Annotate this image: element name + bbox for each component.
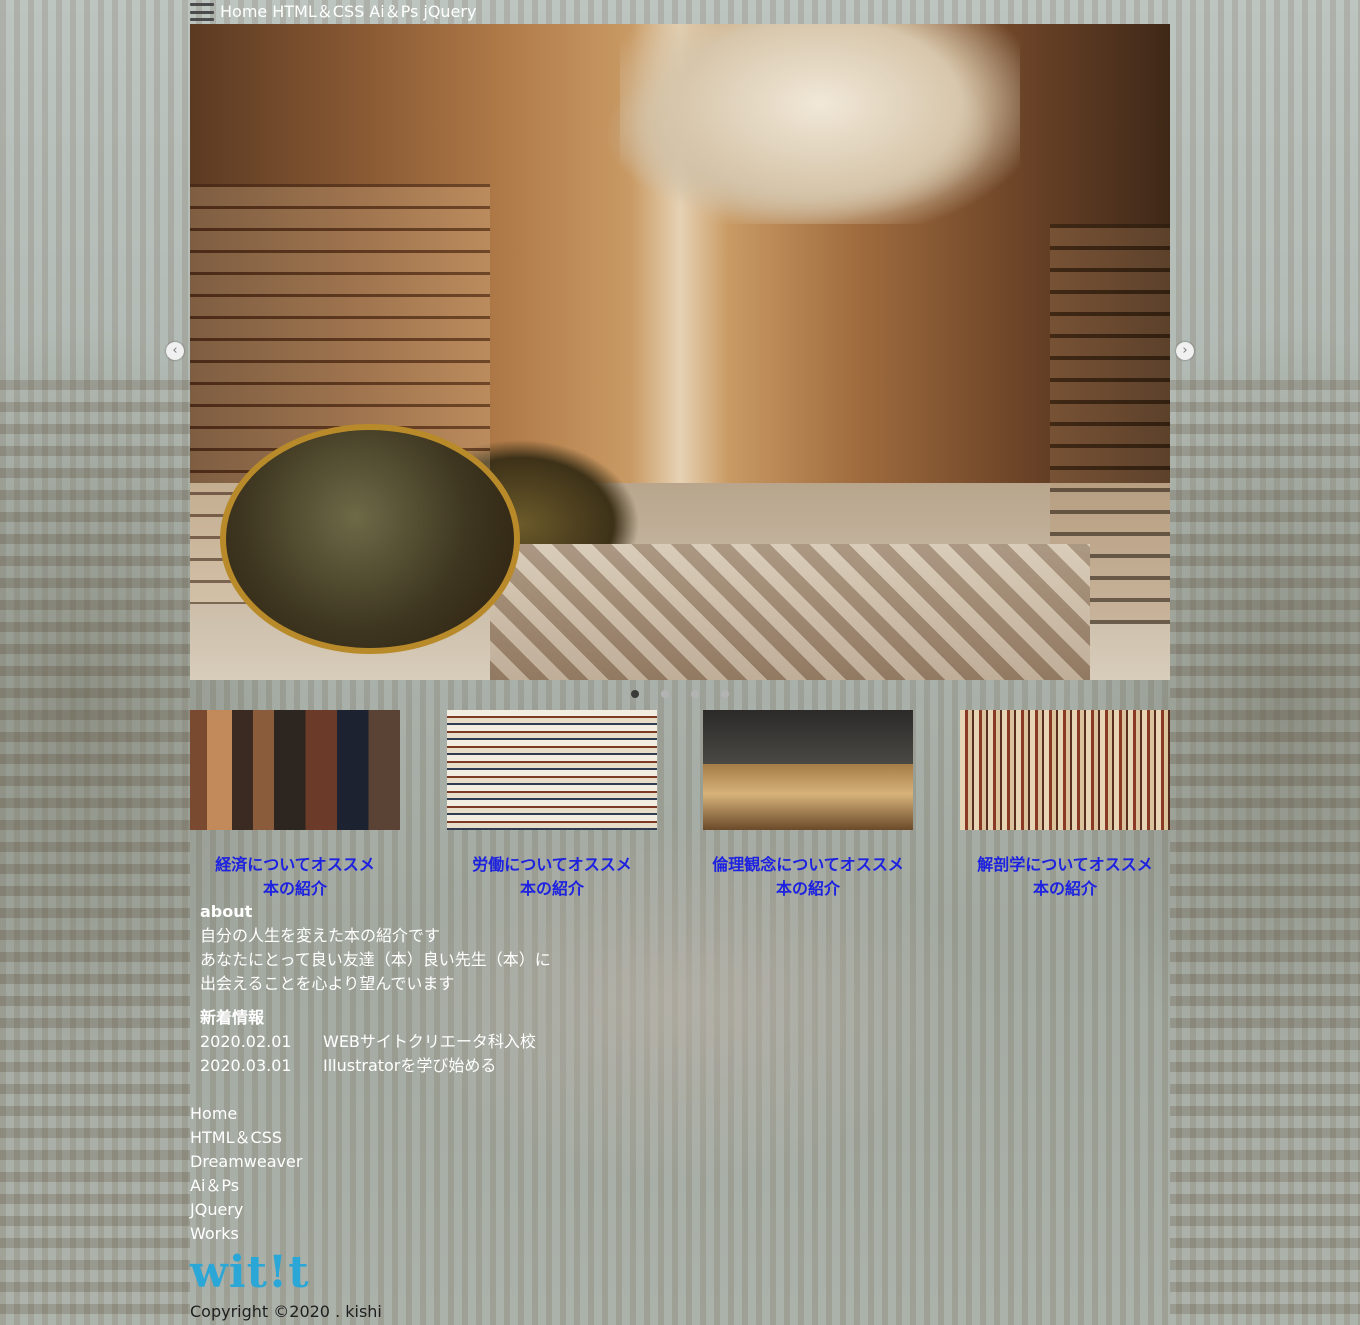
slider-dot-4[interactable]: [721, 690, 729, 698]
slide-checkered-floor: [490, 544, 1090, 680]
slider-dot-1[interactable]: [631, 690, 639, 698]
news-date: 2020.02.01: [200, 1032, 292, 1051]
card-ethics-image[interactable]: [703, 710, 913, 830]
chevron-right-icon: ›: [1182, 343, 1188, 358]
hamburger-menu-icon[interactable]: [190, 1, 214, 23]
top-nav-jquery[interactable]: jQuery: [423, 1, 476, 23]
news-date: 2020.03.01: [200, 1056, 292, 1075]
card-title-line1: 労働についてオススメ: [472, 855, 632, 874]
card-title-line2: 本の紹介: [775, 879, 840, 898]
footer-nav-jquery[interactable]: JQuery: [190, 1198, 302, 1222]
card-labor-link[interactable]: 労働についてオススメ 本の紹介: [447, 853, 657, 901]
chevron-left-icon: ‹: [172, 343, 178, 358]
copyright-text: Copyright ©2020 . kishi: [190, 1302, 382, 1321]
card-ethics: 倫理観念についてオススメ 本の紹介: [703, 710, 913, 901]
news-item: 2020.03.01 Illustratorを学び始める: [200, 1054, 700, 1078]
slider-dot-3[interactable]: [691, 690, 699, 698]
news-text: WEBサイトクリエータ科入校: [323, 1032, 536, 1051]
card-economics-link[interactable]: 経済についてオススメ 本の紹介: [190, 853, 400, 901]
card-anatomy-image[interactable]: [960, 710, 1170, 830]
top-nav-ai-ps[interactable]: Ai＆Ps: [369, 1, 418, 23]
hero-slider-image: [190, 24, 1170, 680]
top-navigation: Home HTML＆CSS Ai＆Ps jQuery: [190, 0, 476, 24]
about-section: about 自分の人生を変えた本の紹介です あなたにとって良い友達（本）良い先生…: [200, 900, 600, 996]
card-labor: 労働についてオススメ 本の紹介: [447, 710, 657, 901]
news-item: 2020.02.01 WEBサイトクリエータ科入校: [200, 1030, 700, 1054]
slider-prev-button[interactable]: ‹: [166, 342, 184, 360]
footer-nav-dreamweaver[interactable]: Dreamweaver: [190, 1150, 302, 1174]
footer-nav-works[interactable]: Works: [190, 1222, 302, 1246]
card-title-line2: 本の紹介: [519, 879, 584, 898]
card-title-line1: 経済についてオススメ: [215, 855, 375, 874]
footer-navigation: Home HTML＆CSS Dreamweaver Ai＆Ps JQuery W…: [190, 1102, 302, 1246]
card-title-line1: 倫理観念についてオススメ: [712, 855, 904, 874]
about-line: 出会えることを心より望んでいます: [200, 974, 455, 993]
about-line: あなたにとって良い友達（本）良い先生（本）に: [200, 950, 551, 969]
card-economics: 経済についてオススメ 本の紹介: [190, 710, 400, 901]
top-nav-home[interactable]: Home: [220, 1, 267, 23]
card-title-line2: 本の紹介: [262, 879, 327, 898]
news-heading: 新着情報: [200, 1008, 265, 1027]
about-heading: about: [200, 902, 253, 921]
footer-nav-html-css[interactable]: HTML＆CSS: [190, 1126, 302, 1150]
news-section: 新着情報 2020.02.01 WEBサイトクリエータ科入校 2020.03.0…: [200, 1006, 700, 1078]
footer-nav-ai-ps[interactable]: Ai＆Ps: [190, 1174, 302, 1198]
card-anatomy: 解剖学についてオススメ 本の紹介: [960, 710, 1170, 901]
top-nav-links: Home HTML＆CSS Ai＆Ps jQuery: [220, 1, 476, 23]
slide-globe: [220, 424, 520, 654]
slider-next-button[interactable]: ›: [1176, 342, 1194, 360]
card-anatomy-link[interactable]: 解剖学についてオススメ 本の紹介: [960, 853, 1170, 901]
news-text: Illustratorを学び始める: [323, 1056, 497, 1075]
footer-nav-home[interactable]: Home: [190, 1102, 302, 1126]
card-title-line2: 本の紹介: [1032, 879, 1097, 898]
card-ethics-link[interactable]: 倫理観念についてオススメ 本の紹介: [703, 853, 913, 901]
witit-logo: wit!t: [190, 1247, 310, 1298]
slider-dot-2[interactable]: [661, 690, 669, 698]
card-economics-image[interactable]: [190, 710, 400, 830]
card-labor-image[interactable]: [447, 710, 657, 830]
top-nav-html-css[interactable]: HTML＆CSS: [272, 1, 364, 23]
about-line: 自分の人生を変えた本の紹介です: [200, 926, 441, 945]
slider-pagination: [631, 690, 729, 698]
book-category-cards: 経済についてオススメ 本の紹介 労働についてオススメ 本の紹介 倫理観念について…: [190, 710, 1170, 900]
card-title-line1: 解剖学についてオススメ: [977, 855, 1153, 874]
slide-ceiling: [620, 24, 1020, 224]
